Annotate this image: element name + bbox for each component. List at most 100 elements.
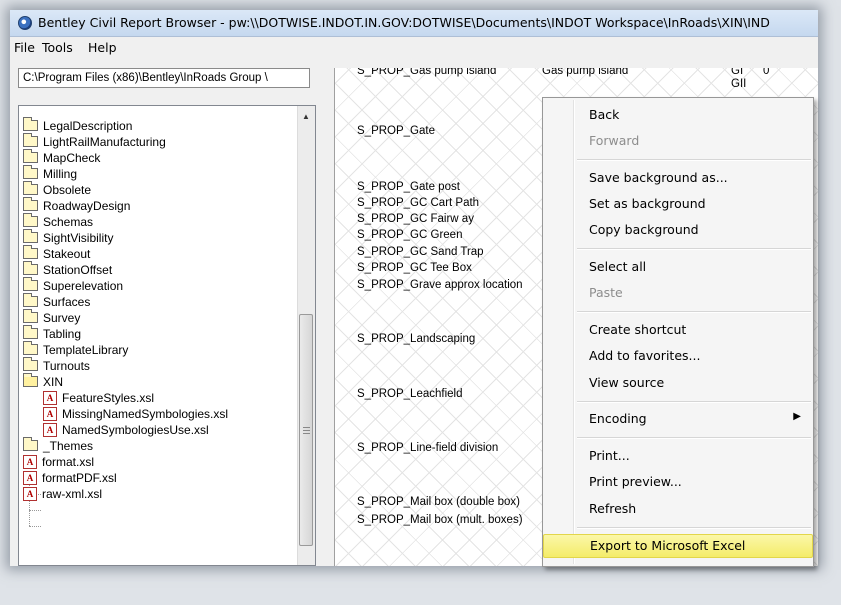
grip-line: [303, 433, 310, 434]
folder-icon: [23, 245, 38, 259]
folder-icon: [23, 213, 38, 227]
menu-item-save-background[interactable]: Save background as...: [543, 166, 813, 190]
menu-item-create-shortcut[interactable]: Create shortcut: [543, 318, 813, 342]
xsl-file-icon: A: [23, 455, 37, 469]
menu-item-label: Copy background: [589, 222, 699, 237]
tree-scrollbar[interactable]: ▲: [297, 106, 315, 565]
menu-item-label: Back: [589, 107, 620, 122]
report-row: S_PROP_GC Sand Trap: [357, 246, 484, 258]
menu-item-add-to-favorites[interactable]: Add to favorites...: [543, 344, 813, 368]
folder-icon: [23, 197, 38, 211]
tree-label: NamedSymbologiesUse.xsl: [62, 423, 209, 437]
xsl-file-icon: A: [23, 471, 37, 485]
menu-tools[interactable]: Tools: [42, 40, 73, 55]
xsl-file-icon: A: [23, 487, 37, 501]
menu-separator: [577, 527, 811, 529]
app-icon: [18, 16, 32, 30]
tree-label: LegalDescription: [43, 119, 133, 133]
tree-label: Obsolete: [43, 183, 92, 197]
menu-item-label: Print...: [589, 448, 630, 463]
report-row: S_PROP_GC Green: [357, 229, 463, 241]
tree-connector: [29, 526, 41, 527]
scroll-up-arrow-icon[interactable]: ▲: [302, 112, 310, 121]
report-row: S_PROP_Mail box (double box): [357, 496, 520, 508]
menu-file[interactable]: File: [14, 40, 35, 55]
tree-label: XIN: [43, 375, 64, 389]
tree-label: LightRailManufacturing: [43, 135, 166, 149]
tree-label: _Themes: [43, 439, 94, 453]
folder-tree[interactable]: LegalDescription LightRailManufacturing …: [18, 105, 316, 566]
menu-item-print-preview[interactable]: Print preview...: [543, 470, 813, 494]
tree-label: TemplateLibrary: [43, 343, 129, 357]
tree-label: raw-xml.xsl: [42, 487, 102, 501]
menu-item-label: Print preview...: [589, 474, 682, 489]
report-row: S_PROP_GC Tee Box: [357, 262, 472, 274]
grip-line: [303, 430, 310, 431]
menu-item-label: Save background as...: [589, 170, 728, 185]
report-row: S_PROP_Mail box (mult. boxes): [357, 514, 523, 526]
context-menu: Back Forward Save background as... Set a…: [542, 97, 814, 567]
report-cell: GI: [731, 68, 744, 77]
report-row: S_PROP_Leachfield: [357, 388, 463, 400]
menu-item-encoding[interactable]: Encoding ▶: [543, 407, 813, 431]
report-cell: Gas pump island: [542, 68, 629, 77]
folder-icon: [23, 341, 38, 355]
folder-icon: [23, 261, 38, 275]
tree-label: Superelevation: [43, 279, 124, 293]
menu-help[interactable]: Help: [88, 40, 117, 55]
tree-label: format.xsl: [42, 455, 95, 469]
menu-item-print[interactable]: Print...: [543, 444, 813, 468]
menu-item-label: Paste: [589, 285, 623, 300]
tree-label: MapCheck: [43, 151, 101, 165]
menu-separator: [577, 248, 811, 250]
tree-label: Tabling: [43, 327, 82, 341]
menu-item-view-source[interactable]: View source: [543, 371, 813, 395]
folder-icon: [23, 293, 38, 307]
menu-item-copy-background[interactable]: Copy background: [543, 218, 813, 242]
menu-separator: [577, 401, 811, 403]
folder-icon: [23, 165, 38, 179]
report-cell: GII: [731, 78, 747, 90]
menu-separator: [577, 311, 811, 313]
menu-item-paste: Paste: [543, 281, 813, 305]
folder-icon: [23, 133, 38, 147]
menu-separator: [577, 159, 811, 161]
menu-item-label: Select all: [589, 259, 647, 274]
tree-label: MissingNamedSymbologies.xsl: [62, 407, 229, 421]
menu-bar: File Tools Help: [10, 37, 818, 59]
xsl-file-icon: A: [43, 407, 57, 421]
scroll-thumb[interactable]: [299, 314, 313, 546]
tree-label: FeatureStyles.xsl: [62, 391, 155, 405]
menu-item-set-background[interactable]: Set as background: [543, 192, 813, 216]
grip-line: [303, 427, 310, 428]
menu-item-back[interactable]: Back: [543, 103, 813, 127]
report-row: S_PROP_Landscaping: [357, 333, 476, 345]
folder-icon: [23, 357, 38, 371]
tree-label: Surfaces: [43, 295, 91, 309]
folder-icon: [23, 325, 38, 339]
menu-item-label: Forward: [589, 133, 640, 148]
report-row: S_PROP_Line-field division: [357, 442, 499, 454]
folder-icon: [23, 437, 38, 451]
path-field[interactable]: C:\Program Files (x86)\Bentley\InRoads G…: [18, 68, 310, 88]
folder-icon: [23, 117, 38, 131]
tree-label: RoadwayDesign: [43, 199, 131, 213]
title-bar: Bentley Civil Report Browser - pw:\\DOTW…: [10, 10, 818, 37]
report-row: S_PROP_GC Cart Path: [357, 197, 480, 209]
report-cell: S_PROP_Gas pump island: [357, 68, 497, 77]
tree-label: Turnouts: [43, 359, 90, 373]
menu-item-refresh[interactable]: Refresh: [543, 497, 813, 521]
tree-label: Stakeout: [43, 247, 91, 261]
folder-icon: [23, 181, 38, 195]
menu-item-label: Add to favorites...: [589, 348, 701, 363]
menu-item-forward: Forward: [543, 129, 813, 153]
xsl-file-icon: A: [43, 423, 57, 437]
folder-icon: [23, 309, 38, 323]
menu-item-select-all[interactable]: Select all: [543, 255, 813, 279]
menu-item-label: Set as background: [589, 196, 706, 211]
report-row: S_PROP_GC Fairw ay: [357, 213, 474, 225]
menu-item-export-to-excel[interactable]: Export to Microsoft Excel: [543, 534, 813, 558]
open-folder-icon: [23, 373, 38, 387]
window-title: Bentley Civil Report Browser - pw:\\DOTW…: [38, 15, 770, 30]
folder-icon: [23, 149, 38, 163]
